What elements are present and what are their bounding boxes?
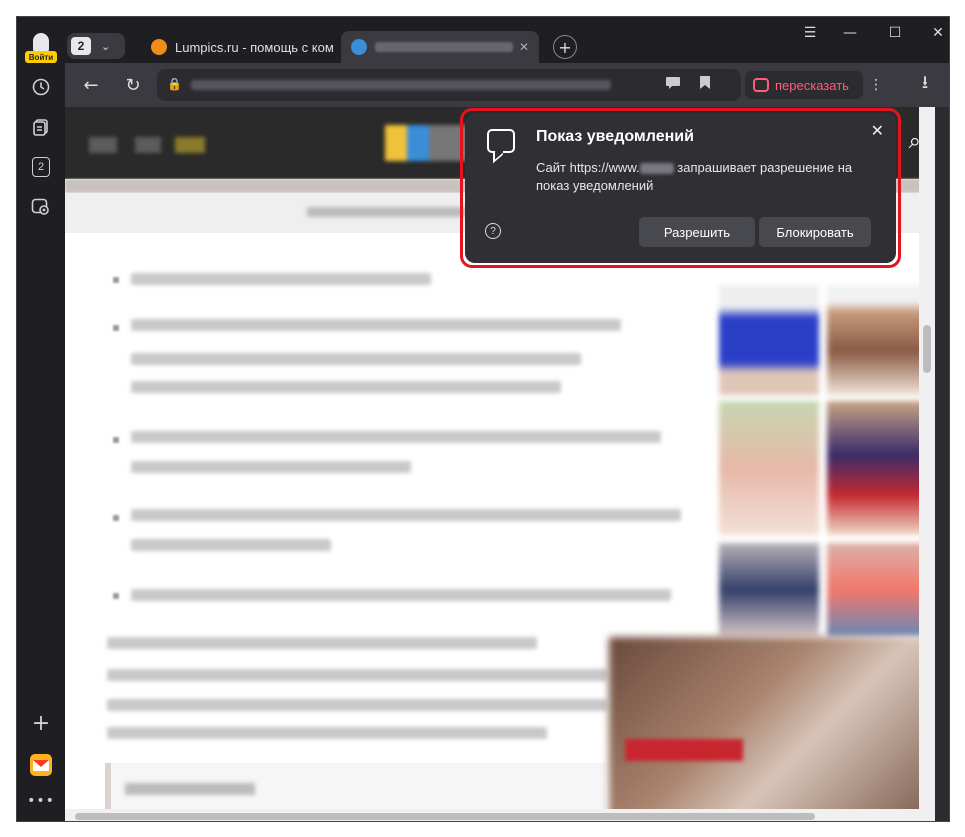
history-icon[interactable] bbox=[27, 73, 55, 101]
popup-message-prefix: Сайт https://www. bbox=[536, 160, 640, 175]
address-bar[interactable]: 🔒 bbox=[157, 69, 741, 101]
login-label: Войти bbox=[25, 51, 57, 63]
toolbar: ← ↻ 🔒 пересказать ⋮ ⭳ bbox=[65, 63, 949, 107]
sidebar: Войти 2 + ••• bbox=[17, 17, 65, 821]
header-nav-blurred bbox=[89, 137, 117, 153]
notification-permission-popup: Показ уведомлений Сайт https://www. запр… bbox=[465, 113, 896, 263]
lock-icon: 🔒 bbox=[167, 77, 182, 91]
video-ad[interactable] bbox=[609, 637, 935, 821]
video-ad-banner[interactable] bbox=[625, 739, 743, 761]
tab-counter-button[interactable]: 2 ⌄ bbox=[67, 33, 125, 59]
popup-message: Сайт https://www. запрашивает разрешение… bbox=[536, 159, 876, 195]
more-icon[interactable]: ••• bbox=[27, 787, 55, 815]
horizontal-scroll-thumb[interactable] bbox=[75, 813, 815, 820]
new-tab-button[interactable]: + bbox=[553, 35, 577, 59]
close-icon[interactable]: ✕ bbox=[871, 121, 884, 141]
bookmark-icon[interactable] bbox=[699, 75, 711, 94]
vertical-scrollbar[interactable] bbox=[919, 107, 935, 821]
retell-icon bbox=[753, 78, 769, 92]
close-tab-icon[interactable]: ✕ bbox=[519, 40, 529, 54]
download-icon[interactable]: ⭳ bbox=[911, 71, 939, 99]
back-icon[interactable]: ← bbox=[77, 71, 105, 99]
header-nav-blurred bbox=[175, 137, 205, 153]
menu-icon[interactable]: ☰ bbox=[795, 25, 825, 41]
domain-blurred bbox=[639, 163, 674, 175]
minimize-icon[interactable]: — bbox=[835, 25, 865, 41]
url-text-blurred bbox=[191, 80, 611, 90]
allow-button[interactable]: Разрешить bbox=[639, 217, 755, 247]
tab-active[interactable]: ✕ bbox=[341, 31, 539, 63]
header-nav-blurred bbox=[135, 137, 161, 153]
lumpics-favicon-icon bbox=[151, 39, 167, 55]
help-icon[interactable]: ? bbox=[485, 223, 501, 239]
notification-request-icon[interactable] bbox=[665, 76, 683, 92]
block-button[interactable]: Блокировать bbox=[759, 217, 871, 247]
collections-icon[interactable] bbox=[27, 113, 55, 141]
login-button[interactable]: Войти bbox=[25, 31, 57, 63]
tab-strip: 2 ⌄ Lumpics.ru - помощь с ком ✕ + ☰ — ☐ … bbox=[65, 17, 949, 63]
tab-title-blurred bbox=[375, 42, 513, 52]
tab-count-label: 2 bbox=[32, 157, 50, 177]
maximize-icon[interactable]: ☐ bbox=[880, 25, 910, 41]
mail-icon[interactable] bbox=[27, 751, 55, 779]
tabs-counter-icon[interactable]: 2 bbox=[27, 153, 55, 181]
add-icon[interactable]: + bbox=[27, 709, 55, 737]
reload-icon[interactable]: ↻ bbox=[119, 71, 147, 99]
popup-title: Показ уведомлений bbox=[536, 128, 694, 145]
tab-counter-number: 2 bbox=[71, 37, 91, 55]
retell-label: пересказать bbox=[775, 77, 849, 93]
user-avatar-icon bbox=[33, 33, 49, 53]
screenshot-icon[interactable] bbox=[27, 193, 55, 221]
tab-title: Lumpics.ru - помощь с ком bbox=[175, 39, 334, 55]
retell-more-icon[interactable]: ⋮ bbox=[863, 71, 889, 99]
scroll-thumb[interactable] bbox=[923, 325, 931, 373]
notification-icon bbox=[487, 129, 515, 153]
chevron-down-icon: ⌄ bbox=[101, 39, 111, 53]
tab-lumpics[interactable]: Lumpics.ru - помощь с ком bbox=[141, 31, 335, 63]
horizontal-scrollbar[interactable] bbox=[65, 809, 919, 821]
close-window-icon[interactable]: ✕ bbox=[923, 25, 949, 41]
site-favicon-icon bbox=[351, 39, 367, 55]
retell-button[interactable]: пересказать bbox=[745, 71, 863, 99]
